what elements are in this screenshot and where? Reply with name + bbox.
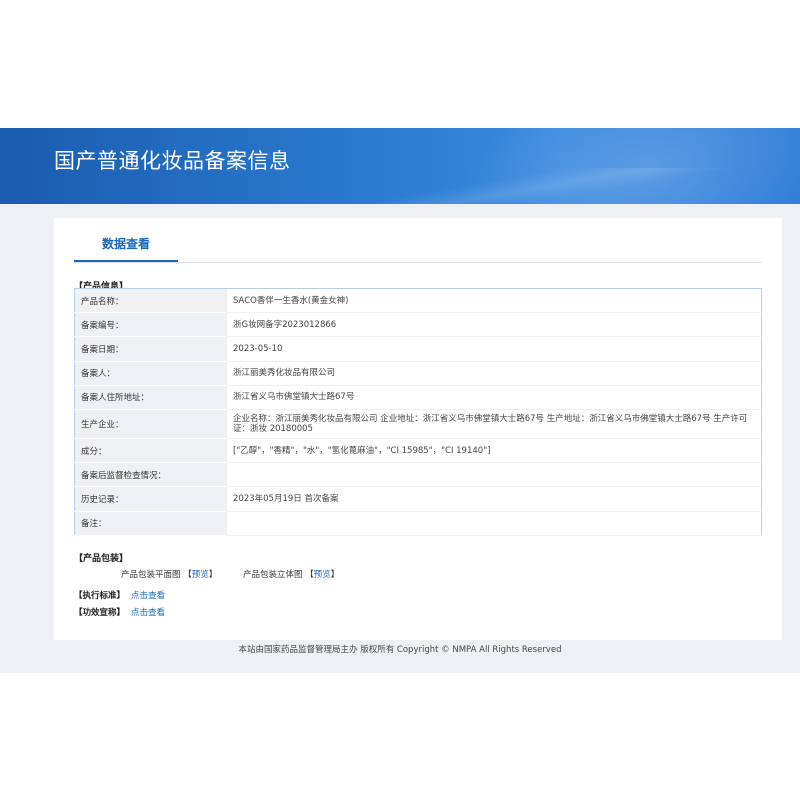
row-key: 产品名称： <box>74 288 227 314</box>
table-row: 生产企业： 企业名称：浙江丽美秀化妆品有限公司 企业地址：浙江省义乌市佛堂镇大士… <box>74 409 762 439</box>
row-value: 浙G妆网备字2023012866 <box>227 312 762 338</box>
table-row: 产品名称： SACO香伴一生香水(黄金女神) <box>74 288 762 314</box>
packaging-item-3d: 产品包装立体图 【预览】 <box>243 568 339 580</box>
tab-bar: 数据查看 <box>74 232 762 263</box>
packaging-item-label: 产品包装平面图 <box>121 570 181 580</box>
row-value: SACO香伴一生香水(黄金女神) <box>227 288 762 314</box>
row-value: ["乙醇"，"香精"，"水"，"氢化蓖麻油"，"CI 15985"，"CI 19… <box>227 438 762 464</box>
preview-link-flat[interactable]: 预览 <box>192 570 209 580</box>
table-row: 备案编号： 浙G妆网备字2023012866 <box>74 312 762 338</box>
preview-link-3d[interactable]: 预览 <box>314 570 331 580</box>
content-card: 数据查看 【产品信息】 产品名称： SACO香伴一生香水(黄金女神) 备案编号：… <box>54 218 782 640</box>
standard-label: 【执行标准】 <box>74 591 126 601</box>
row-value <box>227 511 762 536</box>
table-row: 成分： ["乙醇"，"香精"，"水"，"氢化蓖麻油"，"CI 15985"，"C… <box>74 438 762 464</box>
efficacy-row: 【功效宣称】 点击查看 <box>74 606 165 618</box>
table-row: 历史记录： 2023年05月19日 首次备案 <box>74 486 762 512</box>
efficacy-label: 【功效宣称】 <box>74 608 126 618</box>
row-value <box>227 462 762 488</box>
row-value: 浙江丽美秀化妆品有限公司 <box>227 361 762 386</box>
row-key: 备案编号： <box>74 312 227 338</box>
product-info-table: 产品名称： SACO香伴一生香水(黄金女神) 备案编号： 浙G妆网备字20230… <box>74 288 762 536</box>
row-key: 备注： <box>74 511 227 536</box>
bracket-close: 】 <box>208 570 218 580</box>
efficacy-view-link[interactable]: 点击查看 <box>131 608 165 618</box>
row-value: 2023-05-10 <box>227 336 762 362</box>
row-key: 备案后监督检查情况： <box>74 462 227 488</box>
row-value: 企业名称：浙江丽美秀化妆品有限公司 企业地址：浙江省义乌市佛堂镇大士路67号 生… <box>227 409 762 439</box>
packaging-item-flat: 产品包装平面图 【预览】 <box>121 568 217 580</box>
row-key: 成分： <box>74 438 227 464</box>
row-key: 备案日期： <box>74 336 227 362</box>
footer-copyright: 本站由国家药品监督管理局主办 版权所有 Copyright © NMPA All… <box>238 645 562 655</box>
row-key: 历史记录： <box>74 486 227 512</box>
packaging-section-label: 【产品包装】 <box>74 554 129 564</box>
standard-view-link[interactable]: 点击查看 <box>131 591 165 601</box>
packaging-item-label: 产品包装立体图 <box>243 570 303 580</box>
row-key: 备案人住所地址： <box>74 385 227 410</box>
row-key: 生产企业： <box>74 409 227 439</box>
standard-row: 【执行标准】 点击查看 <box>74 589 165 601</box>
table-row: 备案后监督检查情况： <box>74 462 762 488</box>
table-row: 备案人住所地址： 浙江省义乌市佛堂镇大士路67号 <box>74 385 762 410</box>
tab-data-view[interactable]: 数据查看 <box>74 232 178 262</box>
table-row: 备注： <box>74 511 762 536</box>
bracket-close: 】 <box>330 570 340 580</box>
bracket-open: 【 <box>183 570 192 580</box>
row-key: 备案人： <box>74 361 227 386</box>
table-row: 备案日期： 2023-05-10 <box>74 336 762 362</box>
row-value: 2023年05月19日 首次备案 <box>227 486 762 512</box>
row-value: 浙江省义乌市佛堂镇大士路67号 <box>227 385 762 410</box>
page-title: 国产普通化妆品备案信息 <box>54 149 291 173</box>
table-row: 备案人： 浙江丽美秀化妆品有限公司 <box>74 361 762 386</box>
bracket-open: 【 <box>305 570 314 580</box>
